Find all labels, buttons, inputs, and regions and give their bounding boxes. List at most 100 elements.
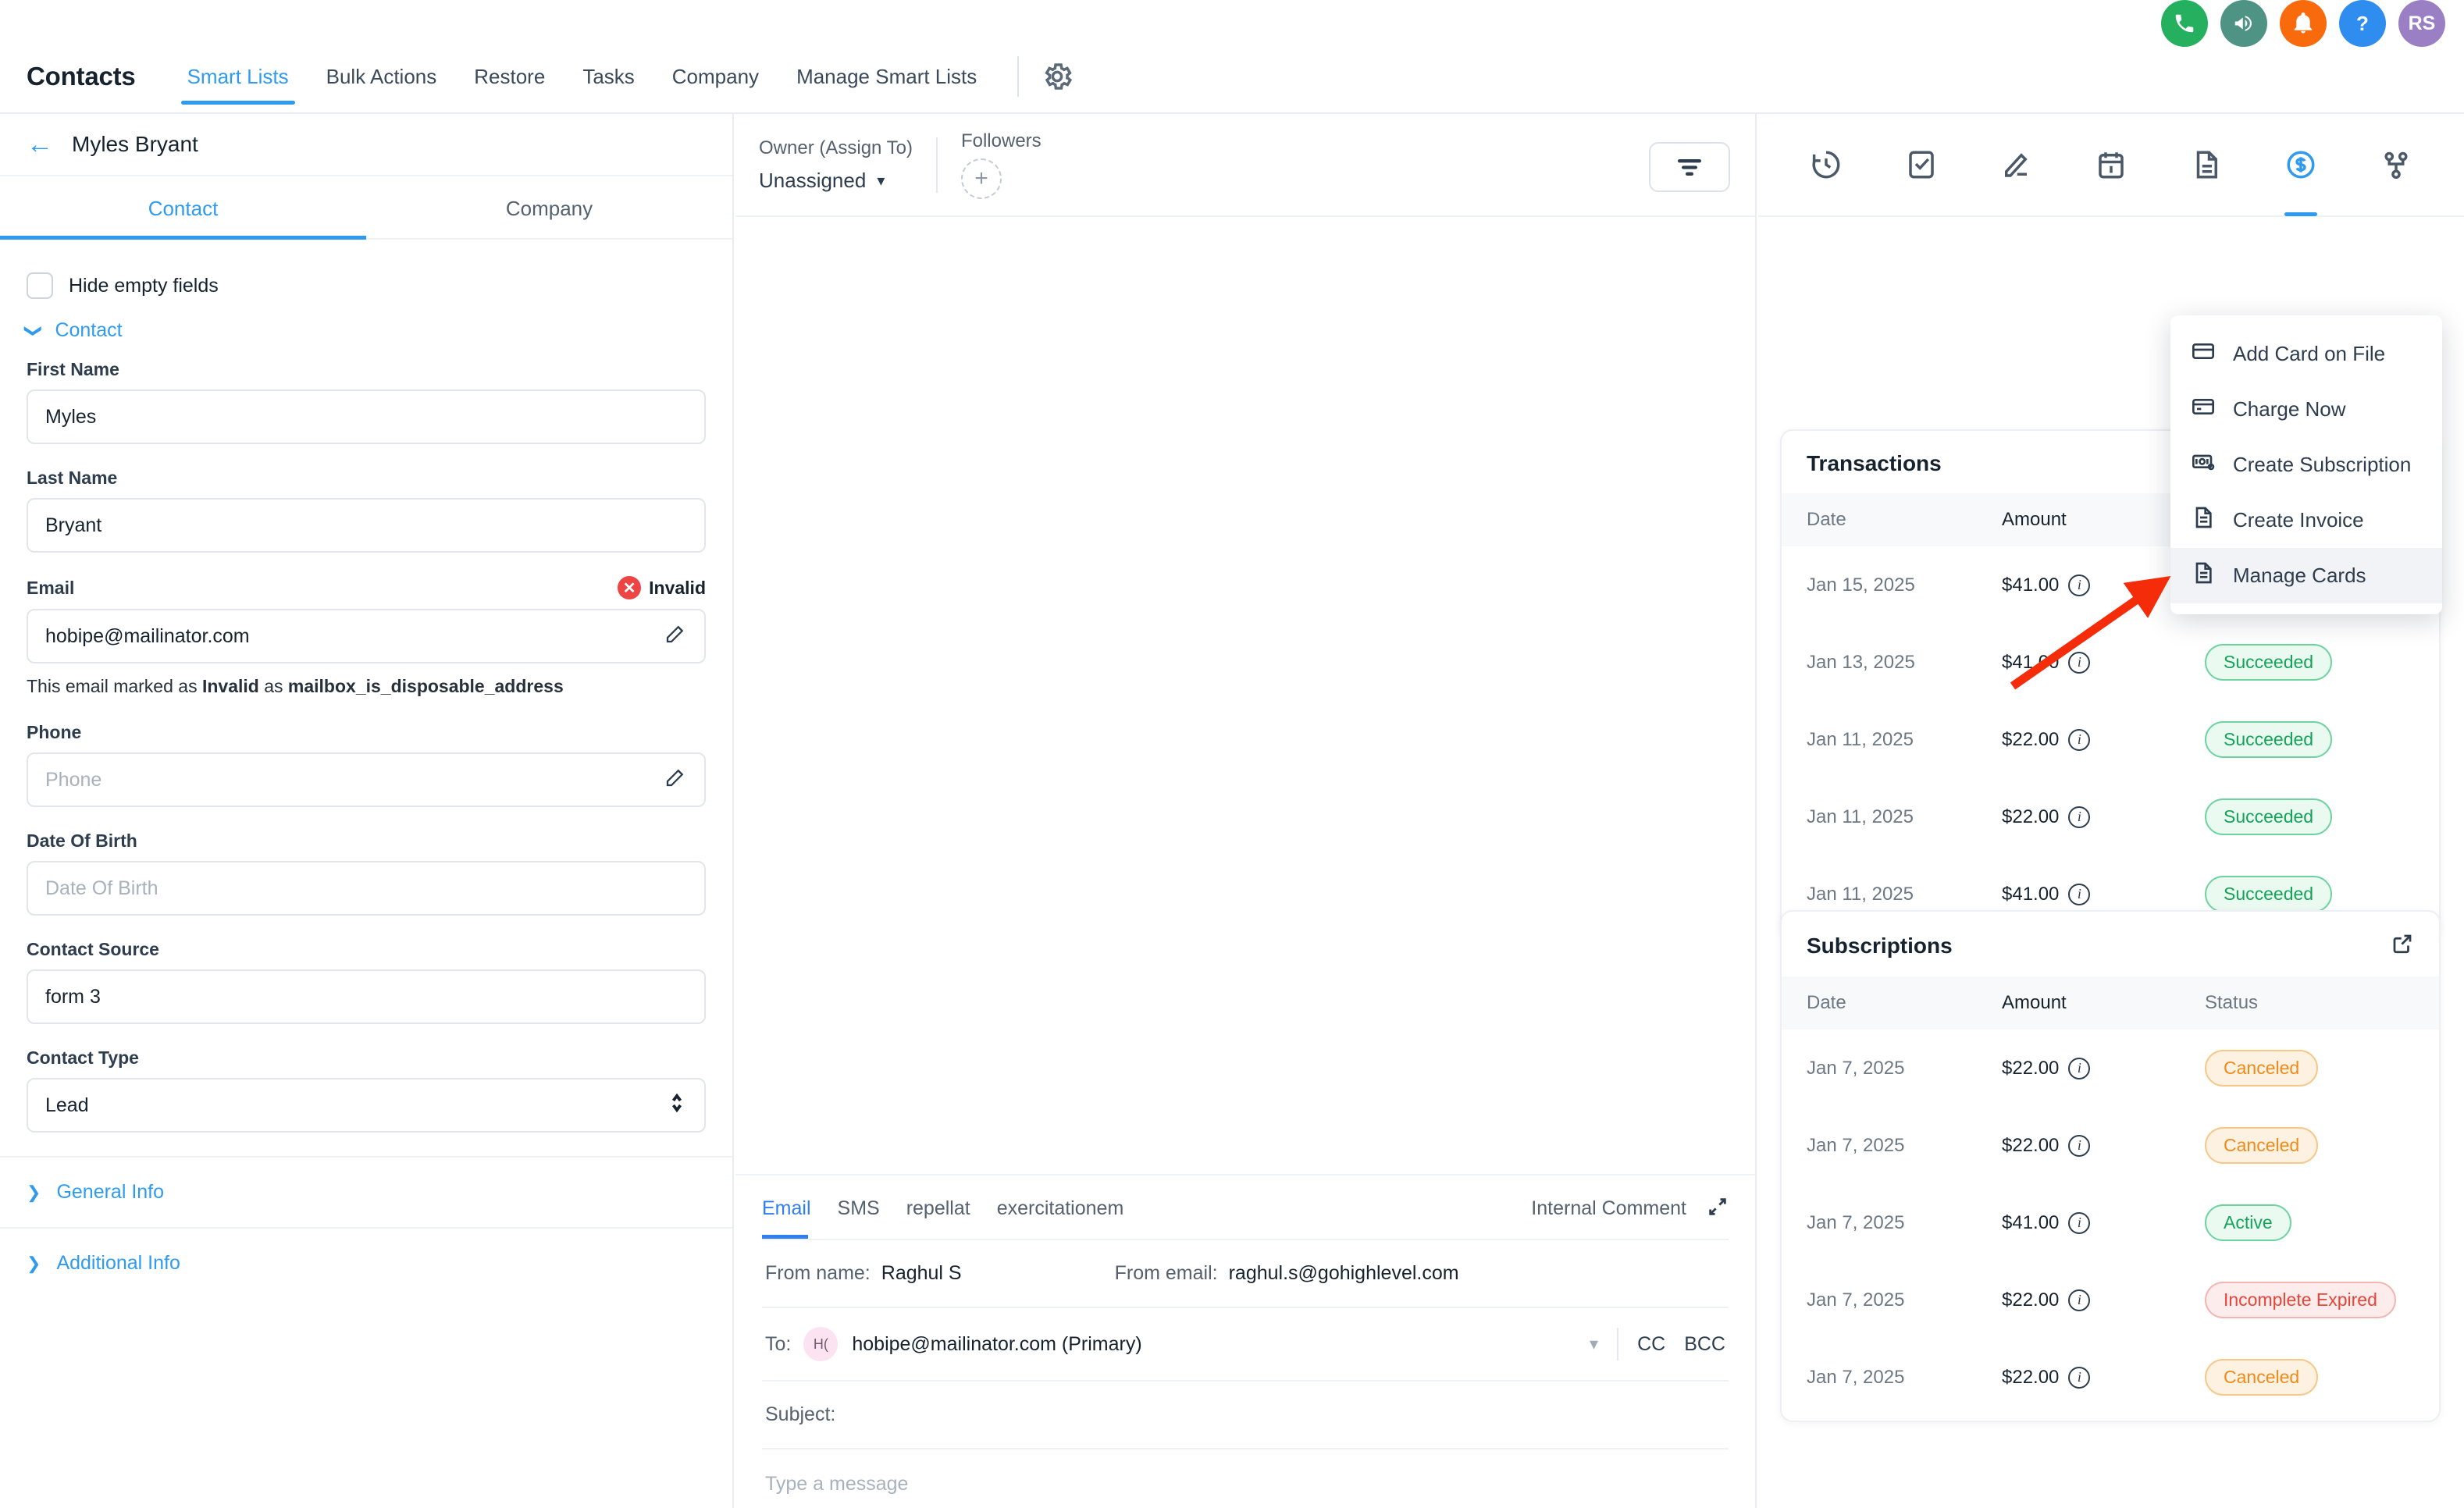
pencil-icon[interactable] bbox=[664, 622, 687, 651]
composer-tab-email[interactable]: Email bbox=[762, 1197, 811, 1239]
add-follower-button[interactable]: + bbox=[960, 158, 1002, 199]
last-name-input[interactable]: Bryant bbox=[27, 498, 706, 553]
bell-icon[interactable] bbox=[2280, 0, 2327, 47]
app-root: ? RS Contacts Smart Lists Bulk Actions R… bbox=[0, 0, 2464, 1508]
info-icon[interactable]: i bbox=[2068, 1289, 2091, 1311]
table-row[interactable]: Jan 7, 2025 $22.00 i Canceled bbox=[1782, 1030, 2439, 1107]
subject-row[interactable]: Subject: bbox=[762, 1382, 1729, 1449]
payments-icon[interactable] bbox=[2284, 113, 2318, 216]
table-row[interactable]: Jan 7, 2025 $41.00 i Active bbox=[1782, 1184, 2439, 1261]
cell-amount: $41.00 i bbox=[2002, 1211, 2205, 1234]
table-row[interactable]: Jan 7, 2025 $22.00 i Canceled bbox=[1782, 1339, 2439, 1421]
menu-item-charge-now[interactable]: Charge Now bbox=[2170, 382, 2442, 437]
error-icon: ✕ bbox=[618, 576, 642, 599]
info-icon[interactable]: i bbox=[2068, 1057, 2091, 1079]
email-value: hobipe@mailinator.com bbox=[45, 624, 250, 647]
hide-empty-fields-row[interactable]: Hide empty fields bbox=[27, 272, 706, 299]
helper-bold-2: mailbox_is_disposable_address bbox=[287, 676, 564, 696]
dob-input[interactable]: Date Of Birth bbox=[27, 861, 706, 916]
tab-label: SMS bbox=[837, 1197, 880, 1219]
info-icon[interactable]: i bbox=[2068, 1366, 2091, 1389]
table-row[interactable]: Jan 7, 2025 $22.00 i Canceled bbox=[1782, 1107, 2439, 1184]
help-icon[interactable]: ? bbox=[2339, 0, 2386, 47]
menu-item-label: Charge Now bbox=[2233, 397, 2346, 421]
tasks-icon[interactable] bbox=[1905, 113, 1938, 216]
composer-tab-exercitationem[interactable]: exercitationem bbox=[997, 1197, 1124, 1237]
info-icon[interactable]: i bbox=[2068, 728, 2091, 751]
email-status-label: Invalid bbox=[649, 577, 706, 598]
appointments-icon[interactable] bbox=[2095, 113, 2128, 216]
cell-status: Canceled bbox=[2205, 1050, 2414, 1087]
external-link-icon[interactable] bbox=[2391, 932, 2414, 959]
email-helper-text: This email marked as Invalid as mailbox_… bbox=[27, 674, 706, 699]
field-contact-source: Contact Source form 3 bbox=[27, 939, 706, 1025]
chevron-down-icon[interactable]: ▾ bbox=[1590, 1334, 1598, 1354]
associations-icon[interactable] bbox=[2380, 113, 2412, 216]
first-name-input[interactable]: Myles bbox=[27, 389, 706, 444]
menu-item-add-card-on-file[interactable]: Add Card on File bbox=[2170, 326, 2442, 382]
phone-input[interactable]: Phone bbox=[27, 752, 706, 808]
table-row[interactable]: Jan 11, 2025 $22.00 i Succeeded bbox=[1782, 778, 2439, 855]
first-name-label: First Name bbox=[27, 359, 119, 379]
back-arrow-icon[interactable]: ← bbox=[27, 131, 53, 158]
history-icon[interactable] bbox=[1810, 113, 1843, 216]
section-general-info[interactable]: ❯ General Info bbox=[0, 1156, 732, 1227]
tab-company[interactable]: Company bbox=[366, 176, 732, 238]
top-bar: ? RS Contacts Smart Lists Bulk Actions R… bbox=[0, 0, 2464, 114]
section-contact-header[interactable]: ❯ Contact bbox=[24, 319, 706, 342]
info-icon[interactable]: i bbox=[2068, 574, 2091, 596]
nav-item-tasks[interactable]: Tasks bbox=[564, 48, 653, 105]
collapse-icon[interactable] bbox=[1707, 1196, 1729, 1222]
megaphone-icon[interactable] bbox=[2220, 0, 2267, 47]
info-icon[interactable]: i bbox=[2068, 806, 2091, 828]
gear-icon[interactable] bbox=[1041, 60, 1074, 93]
amount-value: $22.00 bbox=[2002, 1289, 2060, 1311]
tab-contact[interactable]: Contact bbox=[0, 176, 366, 240]
table-row[interactable]: Jan 13, 2025 $41.00 i Succeeded bbox=[1782, 624, 2439, 701]
hide-empty-fields-checkbox[interactable] bbox=[27, 272, 53, 299]
nav-item-company[interactable]: Company bbox=[653, 48, 778, 105]
section-contact-label: Contact bbox=[55, 319, 123, 341]
status-badge: Succeeded bbox=[2205, 721, 2333, 758]
info-icon[interactable]: i bbox=[2068, 883, 2091, 905]
composer-tab-repellat[interactable]: repellat bbox=[906, 1197, 970, 1237]
subscriptions-header: Subscriptions bbox=[1782, 912, 2439, 976]
status-badge: Succeeded bbox=[2205, 876, 2333, 912]
nav-item-restore[interactable]: Restore bbox=[455, 48, 564, 105]
table-row[interactable]: Jan 7, 2025 $22.00 i Incomplete Expired bbox=[1782, 1261, 2439, 1339]
owner-select[interactable]: Unassigned ▾ bbox=[759, 169, 913, 193]
info-icon[interactable]: i bbox=[2068, 1134, 2091, 1157]
nav-item-smart-lists[interactable]: Smart Lists bbox=[169, 48, 308, 105]
contact-source-input[interactable]: form 3 bbox=[27, 969, 706, 1025]
pencil-icon[interactable] bbox=[664, 766, 687, 795]
menu-item-create-subscription[interactable]: Create Subscription bbox=[2170, 437, 2442, 493]
composer-tab-sms[interactable]: SMS bbox=[838, 1197, 880, 1237]
menu-item-create-invoice[interactable]: Create Invoice bbox=[2170, 493, 2442, 548]
contact-type-select[interactable]: Lead bbox=[27, 1078, 706, 1133]
section-additional-info[interactable]: ❯ Additional Info bbox=[0, 1227, 732, 1298]
filter-button[interactable] bbox=[1649, 142, 1730, 192]
cc-button[interactable]: CC bbox=[1637, 1333, 1665, 1356]
notes-icon[interactable] bbox=[1999, 113, 2032, 216]
message-thread-empty bbox=[735, 217, 1755, 1175]
recipient-avatar: H( bbox=[803, 1327, 839, 1361]
dob-placeholder: Date Of Birth bbox=[45, 877, 158, 899]
avatar[interactable]: RS bbox=[2398, 0, 2445, 47]
field-date-of-birth: Date Of Birth Date Of Birth bbox=[27, 830, 706, 916]
cell-status: Active bbox=[2205, 1204, 2414, 1241]
menu-item-manage-cards[interactable]: Manage Cards bbox=[2170, 548, 2442, 603]
message-input[interactable]: Type a message bbox=[762, 1449, 1729, 1508]
nav-item-bulk-actions[interactable]: Bulk Actions bbox=[308, 48, 456, 105]
table-row[interactable]: Jan 11, 2025 $22.00 i Succeeded bbox=[1782, 701, 2439, 778]
internal-comment-button[interactable]: Internal Comment bbox=[1531, 1197, 1686, 1220]
amount-value: $41.00 bbox=[2002, 651, 2060, 673]
phone-icon[interactable] bbox=[2161, 0, 2208, 47]
documents-icon[interactable] bbox=[2190, 113, 2223, 216]
email-input[interactable]: hobipe@mailinator.com bbox=[27, 609, 706, 663]
nav-item-manage-smart-lists[interactable]: Manage Smart Lists bbox=[778, 48, 995, 105]
info-icon[interactable]: i bbox=[2068, 1211, 2091, 1234]
bcc-button[interactable]: BCC bbox=[1684, 1333, 1725, 1356]
to-value[interactable]: hobipe@mailinator.com (Primary) bbox=[852, 1333, 1141, 1356]
info-icon[interactable]: i bbox=[2068, 651, 2091, 674]
cell-status: Succeeded bbox=[2205, 721, 2414, 758]
